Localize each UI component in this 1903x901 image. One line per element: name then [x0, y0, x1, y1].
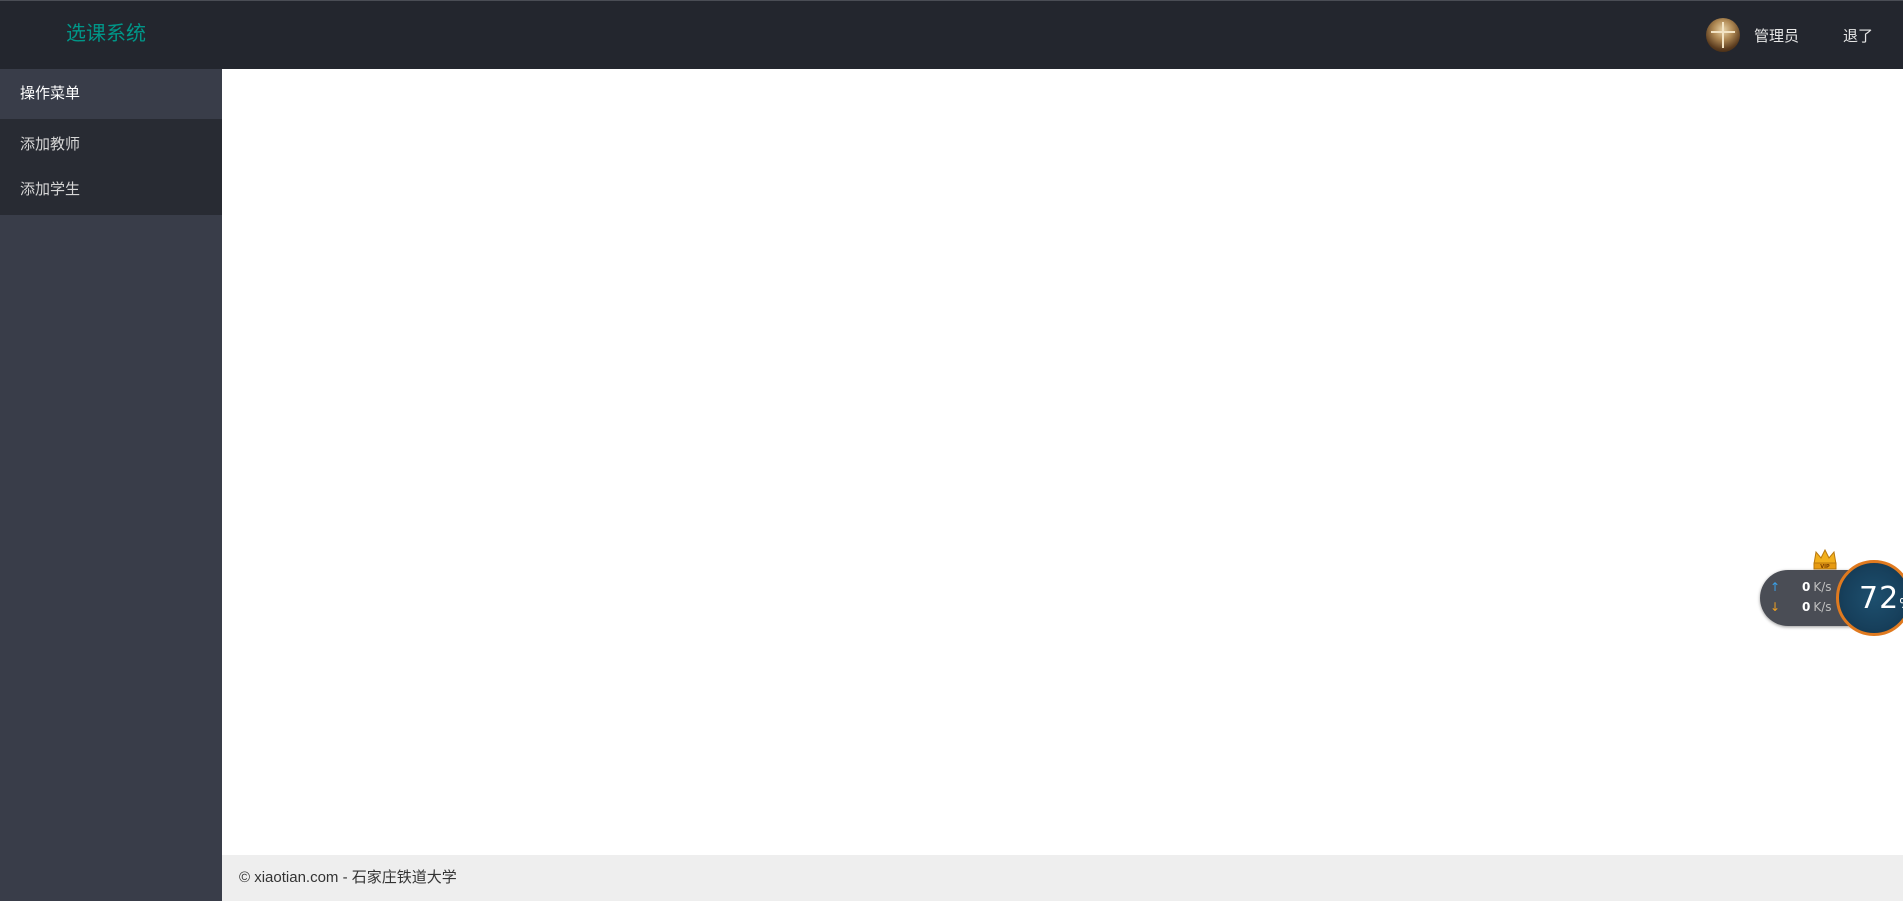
- footer: © xiaotian.com - 石家庄铁道大学: [222, 855, 1903, 901]
- main-content: [222, 69, 1903, 855]
- footer-text: © xiaotian.com - 石家庄铁道大学: [239, 869, 457, 886]
- memory-gauge[interactable]: 72%: [1836, 560, 1903, 636]
- upload-speed-value: 0: [1802, 580, 1811, 594]
- sidebar-item-add-teacher[interactable]: 添加教师: [0, 122, 222, 167]
- download-arrow-icon: ↓: [1770, 600, 1781, 614]
- upload-speed-unit: K/s: [1813, 580, 1832, 594]
- gauge-percent-sign: %: [1899, 597, 1903, 612]
- download-speed-row: ↓ 0 K/s: [1770, 600, 1832, 614]
- gauge-percent-value: 72: [1859, 581, 1900, 616]
- user-avatar[interactable]: [1705, 18, 1740, 52]
- username-link[interactable]: 管理员: [1754, 25, 1799, 46]
- sidebar-item-add-student[interactable]: 添加学生: [0, 167, 222, 212]
- upload-speed-row: ↑ 0 K/s: [1770, 580, 1832, 594]
- download-speed-value: 0: [1802, 600, 1811, 614]
- sidebar-submenu: 添加教师 添加学生: [0, 119, 222, 215]
- sidebar-menu-title[interactable]: 操作菜单: [0, 69, 222, 119]
- download-speed-unit: K/s: [1813, 600, 1832, 614]
- user-area: 管理员 退了: [1705, 1, 1903, 69]
- sidebar: 操作菜单 添加教师 添加学生: [0, 69, 222, 901]
- network-speed-widget[interactable]: VIP ↑ 0K/s ↓ 0K/s 72%: [1760, 548, 1903, 638]
- logout-link[interactable]: 退了: [1843, 25, 1873, 46]
- top-header: 选课系统 管理员 退了: [0, 0, 1903, 69]
- upload-arrow-icon: ↑: [1770, 580, 1781, 594]
- vip-crown-icon: VIP: [1813, 548, 1837, 570]
- gauge-readout: 72%: [1859, 581, 1903, 616]
- app-logo[interactable]: 选课系统: [66, 19, 146, 49]
